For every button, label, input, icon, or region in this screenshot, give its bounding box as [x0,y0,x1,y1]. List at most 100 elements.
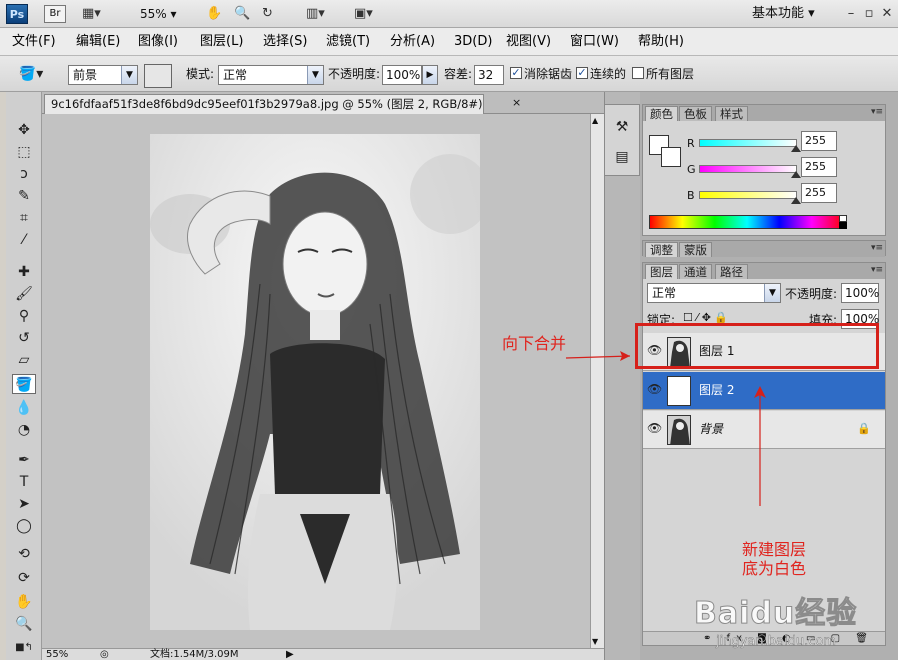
opacity-flyout-icon[interactable]: ▶ [422,65,438,85]
shape-tool-icon[interactable]: ◯ [12,516,36,536]
tab-channels[interactable]: 通道 [679,264,712,279]
blend-mode-select[interactable]: 正常 ▼ [647,283,781,303]
antialias-checkbox[interactable]: ✓ [510,67,522,79]
default-colors-icon[interactable]: ■↰ [12,638,36,658]
white-swatch[interactable] [839,215,847,222]
menu-help[interactable]: 帮助(H) [638,34,684,50]
status-icon[interactable]: ◎ [100,649,109,660]
panel-menu-icon[interactable]: ▾≡ [871,107,883,117]
r-value-input[interactable]: 255 [801,131,837,151]
tab-masks[interactable]: 蒙版 [679,242,712,257]
menu-3d[interactable]: 3D(D) [454,34,492,50]
type-tool-icon[interactable]: T [12,472,36,492]
g-slider[interactable] [699,165,797,173]
zoom-tool-icon[interactable]: 🔍 [12,614,36,634]
quick-selection-tool-icon[interactable]: ✎ [12,186,36,206]
tab-paths[interactable]: 路径 [715,264,748,279]
hand-tool-icon[interactable]: ✋ [12,592,36,612]
b-slider-thumb[interactable] [791,197,801,204]
b-slider[interactable] [699,191,797,199]
zoom-tool-icon[interactable]: 🔍 [234,5,250,23]
history-brush-tool-icon[interactable]: ↺ [12,328,36,348]
screen-mode-icon[interactable]: ▣▾ [354,5,373,23]
menu-layer[interactable]: 图层(L) [200,34,243,50]
zoom-level-dropdown[interactable]: 55% ▾ [140,5,177,23]
panel-menu-icon[interactable]: ▾≡ [871,243,883,253]
fill-source-select[interactable]: 前景 ▼ [68,65,138,85]
menu-filter[interactable]: 滤镜(T) [326,34,370,50]
panel-menu-icon[interactable]: ▾≡ [871,265,883,275]
minimize-icon[interactable]: – [842,5,860,23]
hand-tool-icon[interactable]: ✋ [206,5,222,23]
color-spectrum-ramp[interactable] [649,215,845,229]
b-value-input[interactable]: 255 [801,183,837,203]
brush-tool-icon[interactable]: 🖌 [12,284,36,304]
opacity-input[interactable]: 100% [382,65,422,85]
eye-icon[interactable]: 👁 [647,382,662,396]
scroll-down-icon[interactable]: ▼ [592,637,598,646]
menu-view[interactable]: 视图(V) [506,34,551,50]
menu-analysis[interactable]: 分析(A) [390,34,435,50]
tolerance-input[interactable]: 32 [474,65,504,85]
adjustments-panel: 调整 蒙版 ▾≡ [642,240,886,257]
marquee-tool-icon[interactable]: ⬚ [12,142,36,162]
tab-layers[interactable]: 图层 [645,264,678,279]
view-extras-icon[interactable]: ▦▾ [82,5,101,23]
eye-icon[interactable]: 👁 [647,421,662,435]
tab-styles[interactable]: 样式 [715,106,748,121]
lasso-tool-icon[interactable]: ↄ [12,164,36,184]
status-flyout-icon[interactable]: ▶ [286,649,294,660]
menu-select[interactable]: 选择(S) [263,34,307,50]
history-icon[interactable]: ▤ [610,147,634,167]
tab-adjustments[interactable]: 调整 [645,242,678,257]
document-tab-bar: 9c16fdfaaf51f3de8f6bd9dc95eef01f3b2979a8… [42,92,604,114]
tab-swatches[interactable]: 色板 [679,106,712,121]
menu-edit[interactable]: 编辑(E) [76,34,120,50]
document-tab[interactable]: 9c16fdfaaf51f3de8f6bd9dc95eef01f3b2979a8… [44,94,484,114]
g-value-input[interactable]: 255 [801,157,837,177]
move-tool-icon[interactable]: ✥ [12,120,36,140]
menu-file[interactable]: 文件(F) [12,34,56,50]
arrange-documents-icon[interactable]: ▥▾ [306,5,325,23]
healing-brush-tool-icon[interactable]: ✚ [12,262,36,282]
layer-name: 背景 [699,422,724,436]
clone-stamp-tool-icon[interactable]: ⚲ [12,306,36,326]
layer-opacity-input[interactable]: 100% [841,283,879,303]
crop-tool-icon[interactable]: ⌗ [12,208,36,228]
3d-rotate-tool-icon[interactable]: ⟲ [12,544,36,564]
g-slider-thumb[interactable] [791,171,801,178]
pattern-swatch[interactable] [144,64,172,88]
tool-presets-icon[interactable]: ⚒ [610,117,634,137]
vertical-scrollbar[interactable]: ▲ ▼ [590,114,604,648]
bridge-button[interactable]: Br [44,5,66,23]
all-layers-checkbox[interactable] [632,67,644,79]
menu-window[interactable]: 窗口(W) [570,34,619,50]
menu-image[interactable]: 图像(I) [138,34,178,50]
r-slider[interactable] [699,139,797,147]
path-selection-tool-icon[interactable]: ➤ [12,494,36,514]
contiguous-checkbox[interactable]: ✓ [576,67,588,79]
eraser-tool-icon[interactable]: ▱ [12,350,36,370]
paint-bucket-preset-icon[interactable]: 🪣▾ [16,64,46,84]
background-color-swatch[interactable] [661,147,681,167]
annotation-merge-down: 向下合并 [502,334,567,353]
pen-tool-icon[interactable]: ✒ [12,450,36,470]
blur-tool-icon[interactable]: 💧 [12,398,36,418]
dodge-tool-icon[interactable]: ◔ [12,420,36,440]
mode-select[interactable]: 正常 ▼ [218,65,324,85]
app-bar: Ps Br ▦▾ 55% ▾ ✋ 🔍 ↻ ▥▾ ▣▾ 基本功能 ▾ – ▫ ✕ [0,0,898,28]
close-tab-icon[interactable]: × [512,96,521,109]
workspace-label: 基本功能 [752,6,805,21]
r-slider-thumb[interactable] [791,145,801,152]
workspace-switcher[interactable]: 基本功能 ▾ [752,5,815,23]
paint-bucket-tool-icon[interactable]: 🪣 [12,374,36,394]
3d-orbit-tool-icon[interactable]: ⟳ [12,568,36,588]
status-zoom[interactable]: 55% [46,649,68,660]
tab-color[interactable]: 颜色 [645,106,678,121]
restore-icon[interactable]: ▫ [860,5,878,23]
eyedropper-tool-icon[interactable]: ⁄ [12,230,36,250]
black-swatch[interactable] [839,222,847,229]
close-window-icon[interactable]: ✕ [878,5,896,23]
scroll-up-icon[interactable]: ▲ [592,116,598,125]
rotate-view-icon[interactable]: ↻ [262,5,273,23]
